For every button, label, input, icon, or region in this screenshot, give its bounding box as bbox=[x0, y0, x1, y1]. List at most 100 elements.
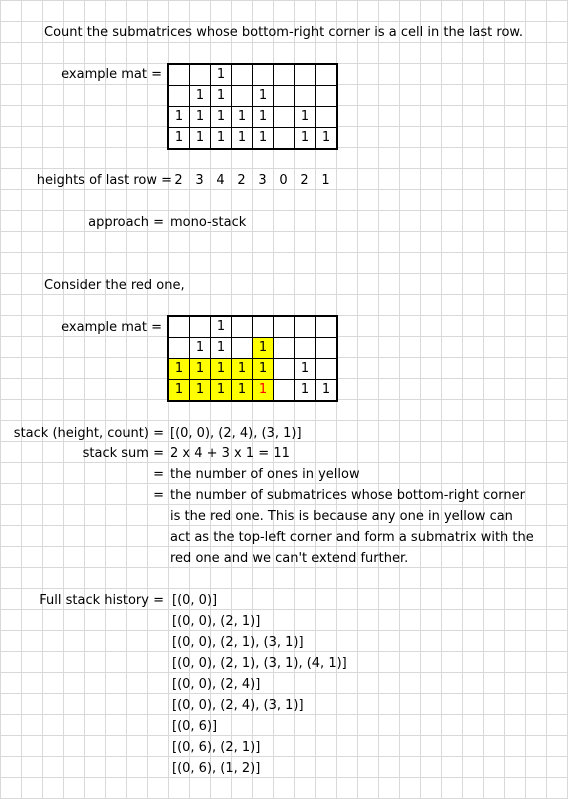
stack-value: [(0, 0), (2, 4), (3, 1)] bbox=[170, 426, 302, 441]
matrix-cell bbox=[294, 337, 316, 359]
matrix-cell: 1 bbox=[210, 85, 232, 107]
matrix-row: 111111 bbox=[167, 106, 338, 128]
matrix-cell: 1 bbox=[315, 379, 338, 402]
example-mat-label-2: example mat = bbox=[61, 320, 162, 335]
history-label: Full stack history = bbox=[39, 593, 164, 608]
matrix-cell bbox=[189, 63, 211, 86]
matrix-cell: 1 bbox=[231, 358, 253, 380]
matrix-cell: 1 bbox=[252, 106, 274, 128]
matrix-cell bbox=[273, 85, 295, 107]
highlighted-matrix: 11111111111111111 bbox=[167, 315, 338, 402]
matrix-cell bbox=[294, 63, 316, 86]
matrix-cell: 1 bbox=[210, 379, 232, 402]
history-entry: [(0, 0), (2, 4), (3, 1)] bbox=[172, 698, 304, 713]
matrix-cell bbox=[315, 358, 338, 380]
equals-sign: = bbox=[153, 467, 164, 482]
matrix-cell bbox=[231, 337, 253, 359]
matrix-cell bbox=[294, 85, 316, 107]
history-entry: [(0, 6), (1, 2)] bbox=[172, 761, 261, 776]
matrix-cell: 1 bbox=[167, 127, 190, 150]
history-entry: [(0, 0), (2, 1)] bbox=[172, 614, 261, 629]
history-entry: [(0, 0)] bbox=[172, 593, 218, 608]
matrix-row: 111 bbox=[167, 85, 338, 107]
matrix-cell: 1 bbox=[231, 106, 253, 128]
matrix-cell bbox=[315, 315, 338, 338]
height-value: 3 bbox=[258, 173, 267, 188]
page-title: Count the submatrices whose bottom-right… bbox=[44, 25, 523, 40]
matrix-cell: 1 bbox=[210, 358, 232, 380]
matrix-cell bbox=[252, 63, 274, 86]
matrix-cell: 1 bbox=[231, 127, 253, 150]
approach-label: approach = bbox=[88, 215, 164, 230]
example-mat-label: example mat = bbox=[61, 67, 162, 82]
history-entry: [(0, 0), (2, 1), (3, 1)] bbox=[172, 635, 304, 650]
matrix-cell bbox=[315, 106, 338, 128]
matrix-cell: 1 bbox=[210, 106, 232, 128]
height-value: 0 bbox=[279, 173, 288, 188]
matrix-cell: 1 bbox=[252, 358, 274, 380]
matrix-cell: 1 bbox=[252, 379, 274, 402]
matrix-cell bbox=[189, 315, 211, 338]
explanation-line: act as the top-left corner and form a su… bbox=[170, 530, 534, 545]
height-value: 4 bbox=[216, 173, 225, 188]
matrix-cell bbox=[273, 358, 295, 380]
matrix-cell bbox=[231, 85, 253, 107]
matrix-cell: 1 bbox=[210, 63, 232, 86]
matrix-cell bbox=[167, 337, 190, 359]
matrix-cell bbox=[315, 337, 338, 359]
explanation-line: red one and we can't extend further. bbox=[170, 551, 409, 566]
history-entry: [(0, 6), (2, 1)] bbox=[172, 740, 261, 755]
matrix-cell: 1 bbox=[294, 106, 316, 128]
history-entry: [(0, 6)] bbox=[172, 719, 218, 734]
matrix-cell bbox=[315, 85, 338, 107]
matrix-row: 1111111 bbox=[167, 379, 338, 402]
matrix-cell: 1 bbox=[189, 379, 211, 402]
matrix-cell bbox=[273, 127, 295, 150]
matrix-cell: 1 bbox=[210, 127, 232, 150]
equals-sign-2: = bbox=[153, 488, 164, 503]
matrix-cell bbox=[273, 106, 295, 128]
matrix-cell: 1 bbox=[315, 127, 338, 150]
matrix-cell bbox=[273, 379, 295, 402]
consider-text: Consider the red one, bbox=[44, 278, 185, 293]
matrix-cell: 1 bbox=[189, 127, 211, 150]
matrix-cell: 1 bbox=[210, 337, 232, 359]
matrix-row: 1111111 bbox=[167, 127, 338, 150]
matrix-cell bbox=[294, 315, 316, 338]
history-entry: [(0, 0), (2, 1), (3, 1), (4, 1)] bbox=[172, 656, 347, 671]
history-entry: [(0, 0), (2, 4)] bbox=[172, 677, 261, 692]
matrix-row: 1 bbox=[167, 315, 338, 338]
matrix-cell: 1 bbox=[167, 106, 190, 128]
example-matrix: 11111111111111111 bbox=[167, 63, 338, 150]
matrix-cell bbox=[167, 85, 190, 107]
matrix-cell: 1 bbox=[189, 106, 211, 128]
matrix-cell: 1 bbox=[294, 358, 316, 380]
matrix-cell bbox=[273, 315, 295, 338]
height-value: 1 bbox=[321, 173, 330, 188]
stack-sum-value: 2 x 4 + 3 x 1 = 11 bbox=[170, 446, 290, 461]
approach-value: mono-stack bbox=[170, 215, 247, 230]
matrix-cell: 1 bbox=[167, 358, 190, 380]
matrix-cell bbox=[231, 315, 253, 338]
matrix-cell: 1 bbox=[252, 127, 274, 150]
matrix-cell: 1 bbox=[189, 337, 211, 359]
matrix-cell: 1 bbox=[252, 85, 274, 107]
height-value: 2 bbox=[300, 173, 309, 188]
matrix-cell bbox=[231, 63, 253, 86]
stack-sum-label: stack sum = bbox=[82, 446, 164, 461]
matrix-cell bbox=[167, 63, 190, 86]
matrix-cell: 1 bbox=[294, 127, 316, 150]
yellow-ones-text: the number of ones in yellow bbox=[170, 467, 360, 482]
matrix-cell bbox=[273, 63, 295, 86]
explanation-line: the number of submatrices whose bottom-r… bbox=[170, 488, 525, 503]
matrix-row: 1 bbox=[167, 63, 338, 86]
heights-label: heights of last row = bbox=[36, 173, 172, 188]
matrix-cell: 1 bbox=[189, 85, 211, 107]
explanation-line: is the red one. This is because any one … bbox=[170, 509, 513, 524]
matrix-cell: 1 bbox=[210, 315, 232, 338]
matrix-cell: 1 bbox=[167, 379, 190, 402]
matrix-cell bbox=[167, 315, 190, 338]
matrix-cell bbox=[252, 315, 274, 338]
height-value: 2 bbox=[237, 173, 246, 188]
matrix-cell: 1 bbox=[252, 337, 274, 359]
